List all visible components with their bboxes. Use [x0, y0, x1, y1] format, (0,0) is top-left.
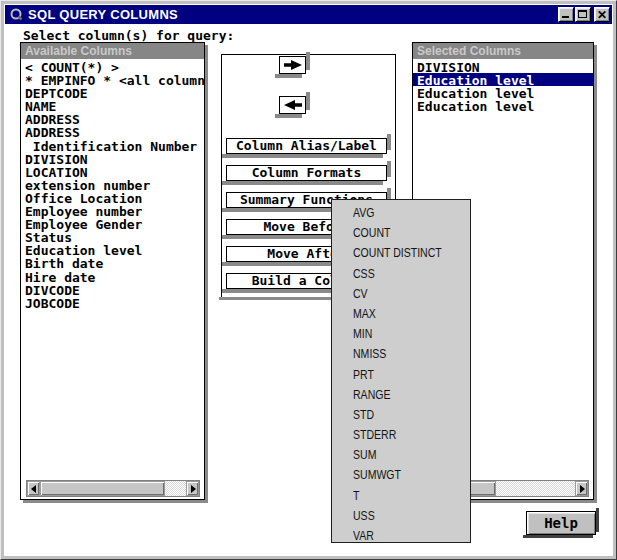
- available-column-item[interactable]: * EMPINFO * <all columns>: [21, 73, 204, 86]
- menu-item[interactable]: USS: [332, 505, 470, 525]
- available-column-item[interactable]: Employee number: [21, 204, 204, 217]
- menu-item[interactable]: COUNT DISTINCT: [332, 242, 470, 262]
- available-hscrollbar[interactable]: [26, 480, 200, 497]
- available-columns-list: < COUNT(*) >* EMPINFO * <all columns>DEP…: [21, 60, 204, 475]
- summary-functions-menu: AVGCOUNTCOUNT DISTINCTCSSCVMAXMINNMISSPR…: [331, 199, 471, 543]
- available-column-item[interactable]: Birth date: [21, 256, 204, 269]
- move-to-available-button[interactable]: [279, 96, 306, 114]
- scroll-left-button[interactable]: [27, 481, 40, 496]
- available-column-item[interactable]: ADDRESS: [21, 112, 204, 125]
- menu-item[interactable]: SUM: [332, 444, 470, 464]
- selected-column-item[interactable]: Education level: [413, 99, 593, 112]
- available-column-item[interactable]: < COUNT(*) >: [21, 60, 204, 73]
- available-column-item[interactable]: ADDRESS: [21, 125, 204, 138]
- menu-item[interactable]: T: [332, 485, 470, 505]
- menu-item[interactable]: VAR: [332, 525, 470, 545]
- query-icon[interactable]: [8, 7, 24, 23]
- menu-item[interactable]: RANGE: [332, 384, 470, 404]
- maximize-button[interactable]: [575, 7, 591, 22]
- right-arrow-icon: [283, 59, 303, 71]
- menu-item[interactable]: COUNT: [332, 222, 470, 242]
- menu-item[interactable]: STD: [332, 404, 470, 424]
- title-bar[interactable]: SQL QUERY COLUMNS ✕: [5, 5, 612, 24]
- available-column-item[interactable]: JOBCODE: [21, 296, 204, 309]
- sql-query-columns-window: SQL QUERY COLUMNS ✕ Select column(s) for…: [0, 0, 617, 560]
- button-label: Column Alias/Label: [226, 138, 387, 154]
- minimize-icon: [562, 16, 569, 18]
- scroll-right-icon: [191, 485, 196, 493]
- help-button-label: Help: [526, 511, 596, 535]
- available-column-item[interactable]: DIVISION: [21, 152, 204, 165]
- available-column-item[interactable]: extension number: [21, 178, 204, 191]
- left-arrow-icon: [283, 99, 303, 111]
- button-label: Column Formats: [226, 165, 387, 181]
- available-column-item[interactable]: Education level: [21, 243, 204, 256]
- available-column-item[interactable]: Office Location: [21, 191, 204, 204]
- menu-item[interactable]: MAX: [332, 303, 470, 323]
- prompt-label: Select column(s) for query:: [23, 28, 234, 43]
- menu-item[interactable]: AVG: [332, 202, 470, 222]
- menu-item[interactable]: STDERR: [332, 424, 470, 444]
- column-alias-label-button[interactable]: Column Alias/Label: [226, 138, 387, 154]
- help-button[interactable]: Help: [526, 511, 596, 535]
- close-button[interactable]: ✕: [594, 7, 610, 22]
- available-columns-listbox: Available Columns < COUNT(*) >* EMPINFO …: [20, 42, 205, 500]
- scroll-track[interactable]: [165, 481, 186, 496]
- selected-columns-header: Selected Columns: [413, 43, 593, 59]
- menu-item[interactable]: NMISS: [332, 343, 470, 363]
- selected-column-item[interactable]: Education level: [413, 73, 593, 86]
- close-icon: ✕: [595, 9, 609, 21]
- available-column-item[interactable]: DEPTCODE: [21, 86, 204, 99]
- available-column-item[interactable]: Employee Gender: [21, 217, 204, 230]
- scroll-right-button[interactable]: [186, 481, 199, 496]
- available-column-item[interactable]: NAME: [21, 99, 204, 112]
- window-title: SQL QUERY COLUMNS: [28, 7, 178, 22]
- minimize-button[interactable]: [558, 7, 574, 22]
- maximize-icon: [578, 10, 587, 18]
- menu-item[interactable]: CSS: [332, 263, 470, 283]
- column-formats-button[interactable]: Column Formats: [226, 165, 387, 181]
- scroll-left-icon: [31, 485, 36, 493]
- menu-item[interactable]: PRT: [332, 364, 470, 384]
- selected-column-item[interactable]: Education level: [413, 86, 593, 99]
- available-column-item[interactable]: Identification Number: [21, 139, 204, 152]
- menu-item[interactable]: MIN: [332, 323, 470, 343]
- menu-item[interactable]: CV: [332, 283, 470, 303]
- available-column-item[interactable]: Hire date: [21, 270, 204, 283]
- available-column-item[interactable]: Status: [21, 230, 204, 243]
- selected-column-item[interactable]: DIVISION: [413, 60, 593, 73]
- scroll-thumb[interactable]: [40, 481, 165, 496]
- move-to-selected-button[interactable]: [279, 56, 306, 74]
- scroll-right-icon: [580, 485, 585, 493]
- scroll-right-button[interactable]: [575, 481, 588, 496]
- available-column-item[interactable]: LOCATION: [21, 165, 204, 178]
- available-column-item[interactable]: DIVCODE: [21, 283, 204, 296]
- available-columns-header: Available Columns: [21, 43, 204, 59]
- scroll-track[interactable]: [496, 481, 575, 496]
- menu-item[interactable]: SUMWGT: [332, 464, 470, 484]
